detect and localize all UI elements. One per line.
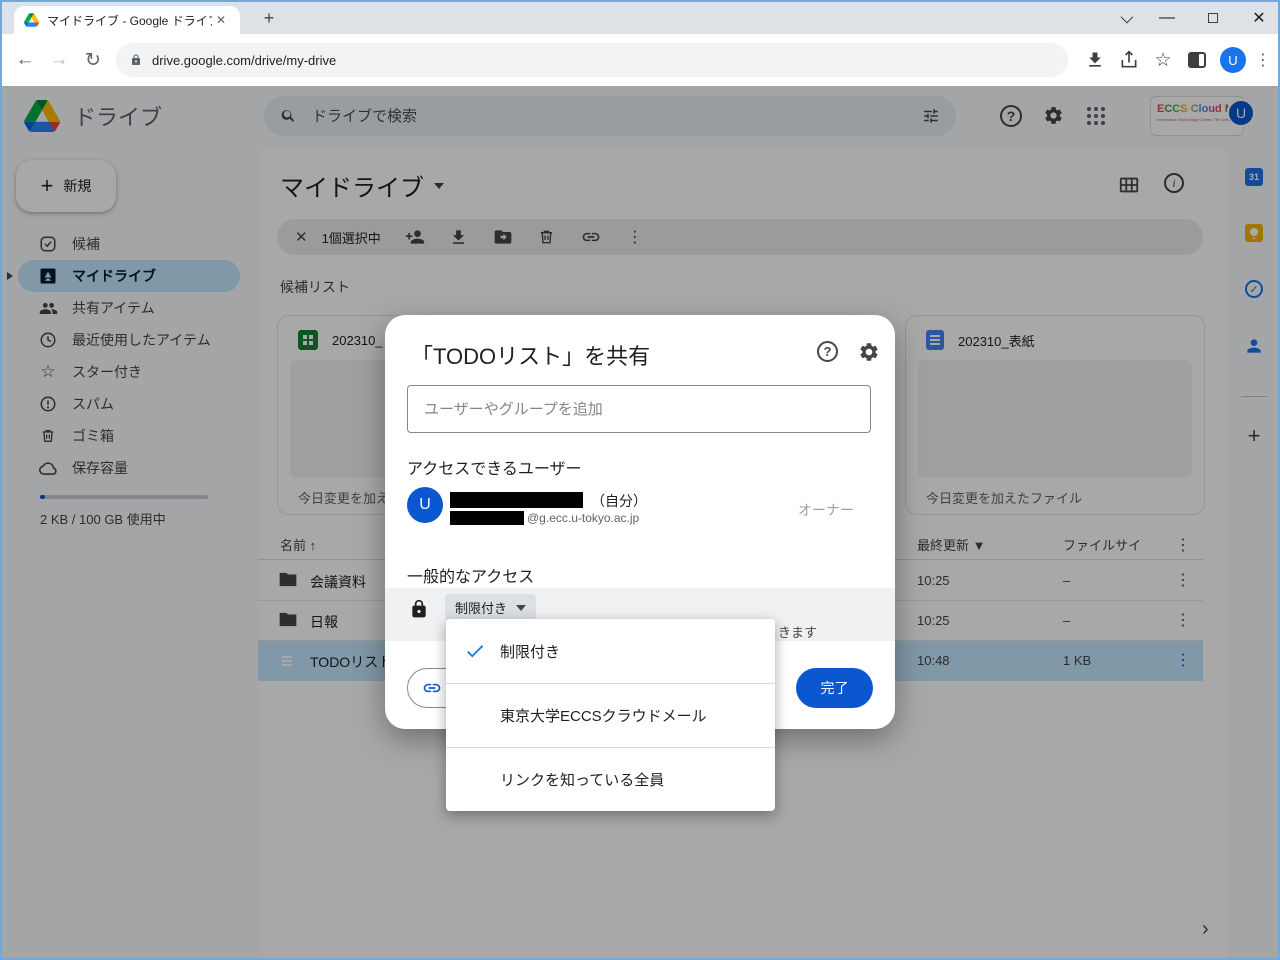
bookmark-star-icon[interactable]: ☆ bbox=[1146, 49, 1180, 72]
dialog-title: 「TODOリスト」を共有 bbox=[411, 344, 651, 369]
owner-self-suffix: （自分） bbox=[591, 493, 647, 509]
window-minimize-button[interactable]: — bbox=[1150, 8, 1184, 28]
general-access-description: きます bbox=[778, 625, 818, 640]
dialog-help-icon[interactable]: ? bbox=[817, 341, 838, 362]
tab-search-chevron-icon[interactable] bbox=[1108, 8, 1142, 28]
owner-avatar: U bbox=[407, 487, 443, 523]
general-access-heading: 一般的なアクセス bbox=[407, 569, 535, 586]
tab-close-icon[interactable]: ✕ bbox=[212, 13, 230, 27]
new-tab-button[interactable]: + bbox=[256, 8, 282, 29]
check-icon bbox=[467, 645, 484, 658]
redacted-owner-email bbox=[450, 511, 524, 525]
drive-favicon-icon bbox=[24, 13, 39, 27]
browser-tab[interactable]: マイドライブ - Google ドライブ ✕ bbox=[14, 6, 240, 34]
add-people-input[interactable] bbox=[407, 385, 871, 433]
menu-item-restricted[interactable]: 制限付き bbox=[446, 619, 775, 683]
side-panel-icon[interactable] bbox=[1180, 52, 1214, 68]
menu-item-eccs-domain[interactable]: 東京大学ECCSクラウドメール bbox=[446, 683, 775, 747]
redacted-owner-name bbox=[450, 492, 583, 508]
browser-window: マイドライブ - Google ドライブ ✕ + — ✕ ← → ↻ drive… bbox=[0, 0, 1280, 960]
forward-button[interactable]: → bbox=[42, 49, 76, 71]
done-button[interactable]: 完了 bbox=[796, 668, 873, 708]
downloads-icon[interactable] bbox=[1078, 50, 1112, 70]
lock-icon bbox=[412, 599, 426, 618]
address-bar[interactable]: drive.google.com/drive/my-drive bbox=[116, 43, 1068, 77]
drive-app: ドライブ ? ECCS Cloud Mail Information Techn… bbox=[0, 86, 1280, 958]
lock-icon bbox=[132, 54, 140, 65]
owner-email-domain: @g.ecc.u-tokyo.ac.jp bbox=[527, 511, 640, 525]
back-button[interactable]: ← bbox=[8, 49, 42, 71]
menu-item-anyone-with-link[interactable]: リンクを知っている全員 bbox=[446, 747, 775, 811]
dialog-settings-icon[interactable] bbox=[858, 341, 880, 363]
general-access-dropdown[interactable]: 制限付き bbox=[445, 594, 537, 621]
window-maximize-button[interactable] bbox=[1196, 8, 1230, 28]
reload-button[interactable]: ↻ bbox=[76, 49, 110, 72]
tab-title: マイドライブ - Google ドライブ bbox=[47, 13, 212, 28]
window-close-button[interactable]: ✕ bbox=[1242, 8, 1276, 28]
browser-avatar[interactable]: U bbox=[1220, 47, 1246, 73]
access-dropdown-menu: 制限付き 東京大学ECCSクラウドメール リンクを知っている全員 bbox=[446, 619, 775, 811]
browser-titlebar: マイドライブ - Google ドライブ ✕ + — ✕ bbox=[0, 0, 1280, 34]
browser-menu-icon[interactable]: ⋮ bbox=[1246, 50, 1280, 70]
url-text: drive.google.com/drive/my-drive bbox=[152, 52, 337, 68]
share-icon[interactable] bbox=[1112, 50, 1146, 70]
dropdown-caret-icon bbox=[516, 604, 527, 611]
link-icon bbox=[423, 683, 441, 693]
browser-toolbar: ← → ↻ drive.google.com/drive/my-drive ☆ … bbox=[0, 34, 1280, 86]
owner-role-label: オーナー bbox=[798, 502, 854, 518]
people-with-access-heading: アクセスできるユーザー bbox=[407, 461, 582, 478]
